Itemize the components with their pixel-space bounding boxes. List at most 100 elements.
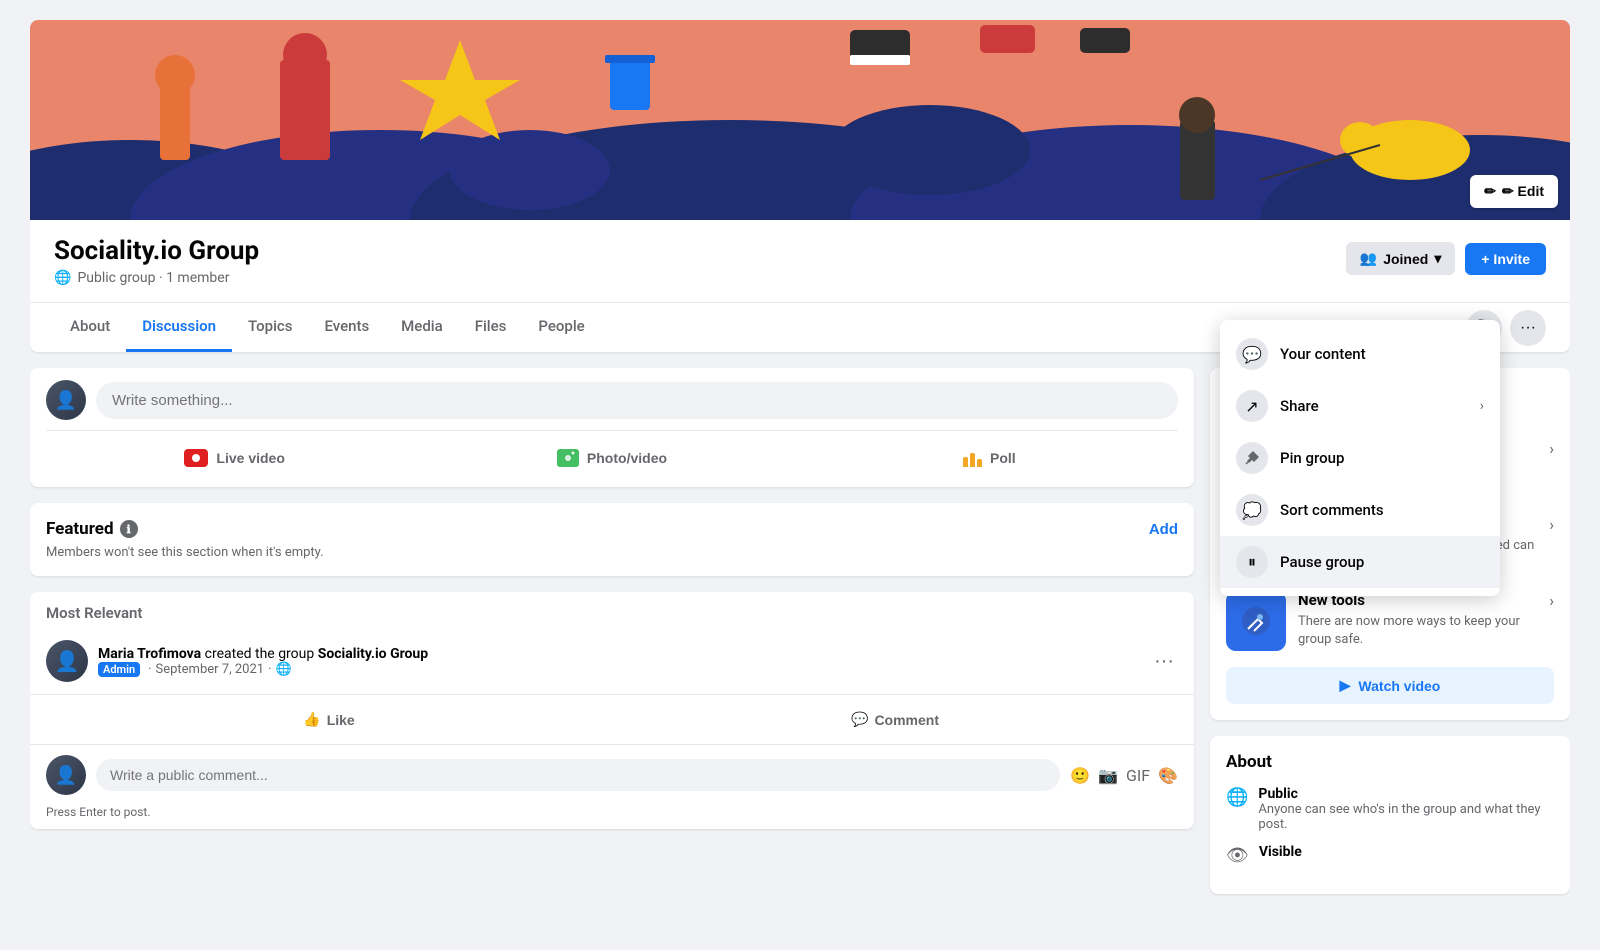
- watch-video-label: Watch video: [1358, 678, 1440, 694]
- new-tools-icon-box: [1226, 591, 1286, 651]
- group-meta: 🌐 Public group · 1 member: [54, 270, 259, 286]
- press-enter-hint: Press Enter to post.: [30, 805, 1194, 829]
- chevron-down-icon: ▾: [1434, 250, 1441, 267]
- live-video-label: Live video: [216, 450, 284, 466]
- group-meta-text: Public group · 1 member: [77, 270, 229, 286]
- live-video-button[interactable]: Live video: [46, 441, 423, 475]
- tab-files[interactable]: Files: [459, 303, 523, 352]
- pause-group-label: Pause group: [1280, 553, 1484, 571]
- user-avatar: 👤: [46, 380, 86, 420]
- tab-people[interactable]: People: [522, 303, 600, 352]
- camera-icon[interactable]: 📷: [1098, 766, 1118, 785]
- tab-discussion[interactable]: Discussion: [126, 303, 232, 352]
- edit-label: ✏ Edit: [1502, 183, 1544, 200]
- gif-icon[interactable]: GIF: [1126, 766, 1150, 785]
- new-tools-text: New tools There are now more ways to kee…: [1298, 591, 1537, 649]
- post-group-name: Sociality.io Group: [318, 646, 428, 662]
- joined-button[interactable]: 👥 Joined ▾: [1346, 242, 1456, 275]
- about-public-item: 🌐 Public Anyone can see who's in the gro…: [1226, 786, 1554, 832]
- nav-tabs: About Discussion Topics Events Media Fil…: [54, 303, 601, 352]
- group-actions: 👥 Joined ▾ + Invite: [1346, 242, 1546, 275]
- photo-video-button[interactable]: Photo/video: [423, 441, 800, 475]
- commenter-avatar-img: 👤: [46, 755, 86, 795]
- comment-input-row: 👤 🙂 📷 GIF 🎨: [30, 745, 1194, 805]
- poll-button[interactable]: Poll: [801, 441, 1178, 475]
- cover-photo: ✏ ✏ Edit: [30, 20, 1570, 220]
- post-admin-tag: Admin: [98, 662, 140, 677]
- info-icon: ℹ: [120, 520, 138, 538]
- post-date: September 7, 2021: [156, 662, 265, 677]
- comment-button[interactable]: 💬 Comment: [612, 703, 1178, 736]
- sort-comments-icon: 💭: [1236, 494, 1268, 526]
- dropdown-share[interactable]: ↗ Share ›: [1220, 380, 1500, 432]
- post-more-button[interactable]: ···: [1150, 646, 1178, 677]
- tab-events[interactable]: Events: [308, 303, 385, 352]
- sticker-icon[interactable]: 🎨: [1158, 766, 1178, 785]
- post-meta: Admin · September 7, 2021 · 🌐: [98, 662, 1140, 677]
- your-content-icon: 💬: [1236, 338, 1268, 370]
- post-input[interactable]: [96, 382, 1178, 419]
- comment-input[interactable]: [96, 759, 1060, 791]
- dropdown-your-content[interactable]: 💬 Your content: [1220, 328, 1500, 380]
- post-author-info: Maria Trofimova created the group Social…: [98, 646, 1140, 677]
- group-title: Sociality.io Group: [54, 236, 259, 266]
- new-tools-desc: There are now more ways to keep your gro…: [1298, 613, 1537, 649]
- invite-button[interactable]: + Invite: [1465, 243, 1546, 275]
- tab-topics[interactable]: Topics: [232, 303, 308, 352]
- feed-sort-label: Most Relevant: [30, 592, 1194, 628]
- comment-label: Comment: [874, 712, 939, 728]
- post-reactions: 👍 Like 💬 Comment: [30, 694, 1194, 745]
- post-action-text: created the group: [205, 646, 315, 662]
- pin-group-label: Pin group: [1280, 449, 1484, 467]
- featured-title: Featured ℹ: [46, 519, 138, 539]
- people-icon: 👥: [1360, 250, 1377, 267]
- group-info-row: Sociality.io Group 🌐 Public group · 1 me…: [30, 220, 1570, 302]
- tab-about[interactable]: About: [54, 303, 126, 352]
- featured-title-text: Featured: [46, 519, 114, 539]
- more-options-button[interactable]: ···: [1510, 310, 1546, 346]
- pause-group-icon: ⏸: [1236, 546, 1268, 578]
- emoji-icon[interactable]: 🙂: [1070, 766, 1090, 785]
- photo-icon: [557, 449, 579, 467]
- pencil-icon: ✏: [1484, 183, 1496, 200]
- live-icon: [184, 449, 208, 467]
- featured-card: Featured ℹ Add Members won't see this se…: [30, 503, 1194, 576]
- about-title: About: [1226, 752, 1554, 772]
- group-title-section: Sociality.io Group 🌐 Public group · 1 me…: [54, 236, 259, 286]
- play-icon: ▶: [1340, 677, 1351, 694]
- feed-post-card: Most Relevant 👤 Maria Trofimova created …: [30, 592, 1194, 829]
- your-content-label: Your content: [1280, 345, 1484, 363]
- visible-label: Visible: [1259, 844, 1302, 860]
- like-button[interactable]: 👍 Like: [46, 703, 612, 736]
- comment-icons: 🙂 📷 GIF 🎨: [1070, 766, 1178, 785]
- about-visible-text: Visible: [1259, 844, 1302, 860]
- photo-video-label: Photo/video: [587, 450, 667, 466]
- commenter-avatar: 👤: [46, 755, 86, 795]
- globe-icon: 🌐: [54, 270, 71, 286]
- more-icon: ···: [1520, 319, 1536, 337]
- comment-icon: 💬: [851, 711, 868, 728]
- featured-add-button[interactable]: Add: [1149, 521, 1178, 538]
- edit-cover-button[interactable]: ✏ ✏ Edit: [1470, 175, 1558, 208]
- left-column: 👤 Live video: [30, 368, 1194, 894]
- poll-icon: [963, 449, 982, 467]
- avatar-image: 👤: [46, 380, 86, 420]
- public-label: Public: [1258, 786, 1297, 802]
- change-new-tools-row[interactable]: New tools There are now more ways to kee…: [1226, 591, 1554, 651]
- watch-video-button[interactable]: ▶ Watch video: [1226, 667, 1554, 704]
- visible-eye-icon: 👁: [1226, 845, 1249, 866]
- tab-media[interactable]: Media: [385, 303, 459, 352]
- thumbs-up-icon: 👍: [303, 711, 320, 728]
- post-visibility-icon: 🌐: [276, 662, 292, 677]
- public-globe-icon: 🌐: [1226, 787, 1248, 808]
- about-card: About 🌐 Public Anyone can see who's in t…: [1210, 736, 1570, 894]
- featured-card-header: Featured ℹ Add: [46, 519, 1178, 539]
- dropdown-pin-group[interactable]: Pin group: [1220, 432, 1500, 484]
- sort-comments-label: Sort comments: [1280, 501, 1484, 519]
- about-visible-item: 👁 Visible: [1226, 844, 1554, 866]
- post-author[interactable]: Maria Trofimova: [98, 646, 201, 662]
- dropdown-sort-comments[interactable]: 💭 Sort comments: [1220, 484, 1500, 536]
- share-label: Share: [1280, 397, 1468, 415]
- group-header-card: ✏ ✏ Edit Sociality.io Group 🌐 Public gro…: [30, 20, 1570, 352]
- dropdown-pause-group[interactable]: ⏸ Pause group: [1220, 536, 1500, 588]
